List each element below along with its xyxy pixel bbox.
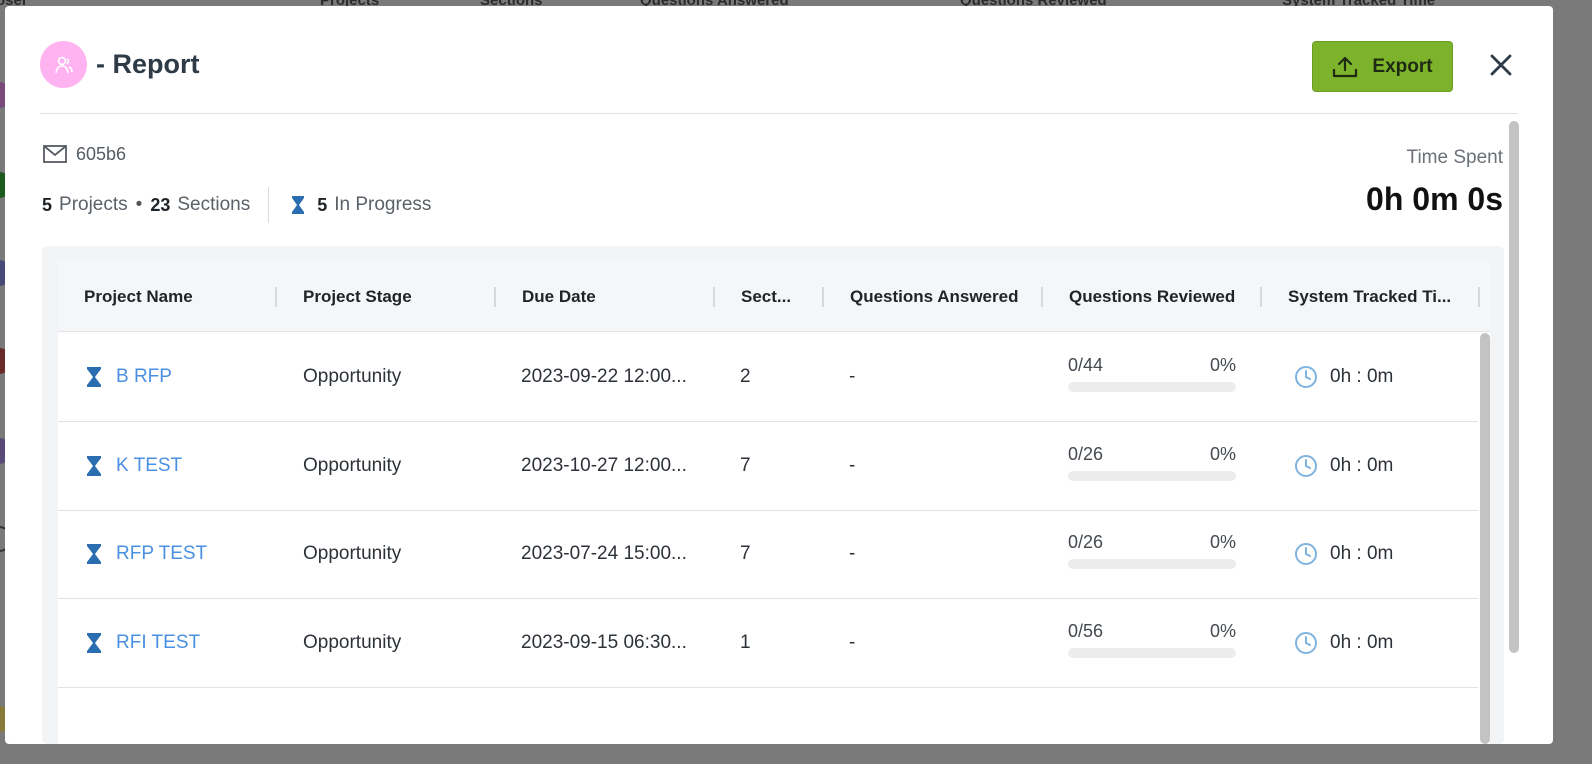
clock-icon bbox=[1295, 454, 1317, 477]
column-header-due-date[interactable]: Due Date bbox=[496, 261, 714, 332]
time-spent-label: Time Spent bbox=[1406, 147, 1503, 168]
export-label: Export bbox=[1372, 55, 1433, 77]
user-icon bbox=[54, 56, 73, 73]
projects-label: Projects bbox=[59, 194, 128, 215]
reviewed-percent: 0% bbox=[1209, 620, 1236, 641]
report-modal: - Report Export 605b6 5 Projects • 23 Se… bbox=[5, 6, 1553, 744]
stats-row: 5 Projects • 23 Sections 5 In Progress bbox=[42, 187, 431, 223]
project-name-link[interactable]: RFI TEST bbox=[116, 632, 200, 654]
due-date: 2023-07-24 15:00... bbox=[521, 543, 687, 564]
column-header-questions-answered[interactable]: Questions Answered bbox=[824, 261, 1042, 332]
table-header: Project Name Project Stage Due Date Sect… bbox=[58, 261, 1490, 332]
in-progress-label: In Progress bbox=[334, 194, 432, 215]
project-name-cell: K TEST bbox=[86, 422, 182, 510]
questions-reviewed-progress: 0/44 0% bbox=[1068, 355, 1236, 392]
project-stage: Opportunity bbox=[303, 631, 402, 653]
questions-answered: - bbox=[849, 454, 856, 476]
tracked-time-cell: 0h : 0m bbox=[1294, 422, 1393, 510]
due-date: 2023-09-15 06:30... bbox=[521, 631, 687, 653]
divider bbox=[268, 187, 270, 223]
modal-body: 605b6 5 Projects • 23 Sections 5 In Prog… bbox=[40, 115, 1519, 744]
hourglass-icon bbox=[87, 367, 101, 387]
column-header-system-tracked-time[interactable]: System Tracked Ti... bbox=[1262, 261, 1480, 332]
in-progress-count: 5 bbox=[317, 194, 328, 215]
sections-label: Sections bbox=[177, 194, 251, 215]
column-header-project-name[interactable]: Project Name bbox=[58, 261, 276, 332]
hourglass-icon bbox=[87, 455, 101, 476]
project-name-cell: B RFP bbox=[86, 333, 172, 421]
project-stage: Opportunity bbox=[303, 543, 402, 564]
clock-icon bbox=[1295, 631, 1317, 654]
reviewed-percent: 0% bbox=[1209, 355, 1236, 375]
email-row: 605b6 bbox=[42, 143, 126, 165]
hourglass-icon bbox=[87, 544, 101, 564]
modal-header: - Report Export bbox=[40, 6, 1518, 114]
project-stage: Opportunity bbox=[303, 366, 402, 387]
projects-count: 5 bbox=[42, 194, 53, 215]
project-name-link[interactable]: B RFP bbox=[116, 366, 172, 388]
table-row[interactable]: B RFP Opportunity 2023-09-22 12:00... 2 - 0/4… bbox=[58, 333, 1478, 422]
tracked-time-cell: 0h : 0m bbox=[1294, 599, 1393, 687]
reviewed-percent: 0% bbox=[1209, 443, 1236, 464]
reviewed-count: 0/56 bbox=[1068, 620, 1104, 641]
email-value: 605b6 bbox=[76, 143, 127, 164]
sections-count: 1 bbox=[740, 631, 751, 653]
reviewed-count: 0/44 bbox=[1068, 355, 1104, 375]
progress-bar bbox=[1068, 470, 1236, 481]
upload-icon bbox=[1333, 56, 1358, 77]
separator-dot: • bbox=[135, 194, 143, 215]
sections-count: 23 bbox=[150, 194, 171, 215]
modal-scrollbar[interactable] bbox=[1509, 121, 1519, 653]
questions-answered: - bbox=[849, 366, 856, 387]
tracked-time: 0h : 0m bbox=[1330, 631, 1394, 653]
questions-answered: - bbox=[849, 631, 856, 653]
project-name-cell: RFP TEST bbox=[86, 510, 207, 598]
modal-title: - Report bbox=[96, 49, 200, 79]
questions-reviewed-progress: 0/26 0% bbox=[1068, 444, 1236, 481]
clock-icon bbox=[1295, 543, 1317, 565]
projects-table: Project Name Project Stage Due Date Sect… bbox=[58, 261, 1490, 744]
tracked-time: 0h : 0m bbox=[1330, 454, 1394, 476]
reviewed-count: 0/26 bbox=[1068, 532, 1104, 552]
tracked-time-cell: 0h : 0m bbox=[1294, 333, 1393, 421]
table-row[interactable]: RFP TEST Opportunity 2023-07-24 15:00... 7 -… bbox=[58, 510, 1478, 599]
tracked-time: 0h : 0m bbox=[1330, 366, 1394, 387]
questions-reviewed-progress: 0/56 0% bbox=[1068, 621, 1236, 658]
project-name-link[interactable]: RFP TEST bbox=[116, 543, 207, 565]
column-header-sections[interactable]: Sect... bbox=[715, 261, 823, 332]
progress-bar bbox=[1068, 382, 1236, 392]
close-button[interactable] bbox=[1486, 50, 1516, 80]
progress-bar bbox=[1068, 647, 1236, 658]
reviewed-count: 0/26 bbox=[1068, 443, 1104, 464]
export-button[interactable]: Export bbox=[1312, 41, 1453, 92]
table-scrollbar[interactable] bbox=[1480, 333, 1490, 744]
mail-icon bbox=[43, 145, 67, 163]
reviewed-percent: 0% bbox=[1209, 532, 1236, 552]
table-row[interactable]: RFI TEST Opportunity 2023-09-15 06:30... 1 -… bbox=[58, 599, 1478, 688]
project-stage: Opportunity bbox=[303, 454, 402, 476]
due-date: 2023-09-22 12:00... bbox=[521, 366, 687, 387]
project-name-cell: RFI TEST bbox=[86, 599, 200, 687]
project-name-link[interactable]: K TEST bbox=[116, 455, 182, 477]
due-date: 2023-10-27 12:00... bbox=[521, 454, 687, 476]
hourglass-icon bbox=[87, 632, 101, 653]
column-resizer[interactable] bbox=[1478, 287, 1480, 307]
questions-answered: - bbox=[849, 543, 856, 564]
table-container: Project Name Project Stage Due Date Sect… bbox=[42, 246, 1504, 744]
hourglass-icon bbox=[292, 196, 305, 214]
questions-reviewed-progress: 0/26 0% bbox=[1068, 532, 1236, 569]
time-spent-value: 0h 0m 0s bbox=[1366, 181, 1503, 217]
tracked-time: 0h : 0m bbox=[1330, 543, 1394, 564]
sections-count: 7 bbox=[740, 543, 751, 564]
user-avatar bbox=[40, 41, 87, 88]
progress-bar bbox=[1068, 559, 1236, 569]
sections-count: 2 bbox=[740, 366, 751, 387]
tracked-time-cell: 0h : 0m bbox=[1294, 510, 1393, 598]
column-header-questions-reviewed[interactable]: Questions Reviewed bbox=[1043, 261, 1261, 332]
close-icon bbox=[1490, 54, 1512, 76]
table-row[interactable]: K TEST Opportunity 2023-10-27 12:00... 7 - 0/… bbox=[58, 422, 1478, 511]
column-header-project-stage[interactable]: Project Stage bbox=[277, 261, 495, 332]
sections-count: 7 bbox=[740, 454, 751, 476]
clock-icon bbox=[1295, 366, 1317, 388]
